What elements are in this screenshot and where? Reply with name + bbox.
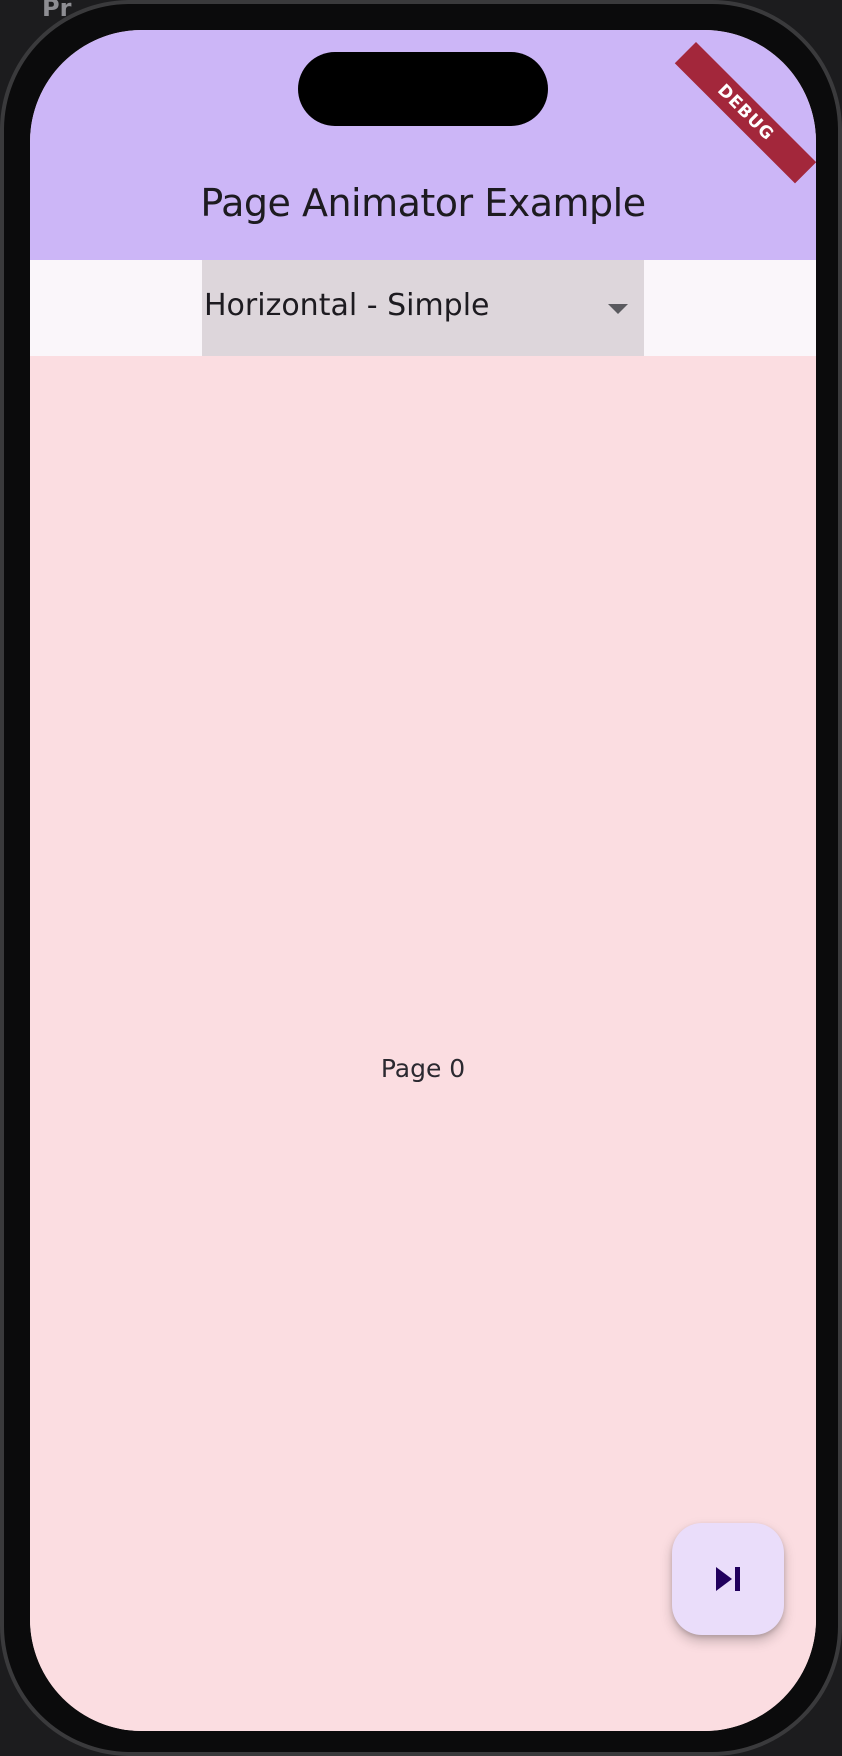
app-screen: Page Animator Example DEBUG Horizontal -… [30, 30, 816, 1731]
dropdown-strip: Horizontal - Simple [30, 260, 816, 356]
page-title: Page Animator Example [200, 181, 646, 225]
dynamic-island [298, 52, 548, 126]
page-label: Page 0 [380, 1054, 466, 1083]
phone-frame: Page Animator Example DEBUG Horizontal -… [0, 0, 842, 1756]
skip-next-icon [716, 1567, 740, 1591]
dropdown-arrow-icon [608, 304, 628, 314]
animation-type-dropdown[interactable]: Horizontal - Simple [202, 260, 644, 356]
next-page-button[interactable] [672, 1523, 784, 1635]
dropdown-selected-value: Horizontal - Simple [204, 288, 490, 323]
